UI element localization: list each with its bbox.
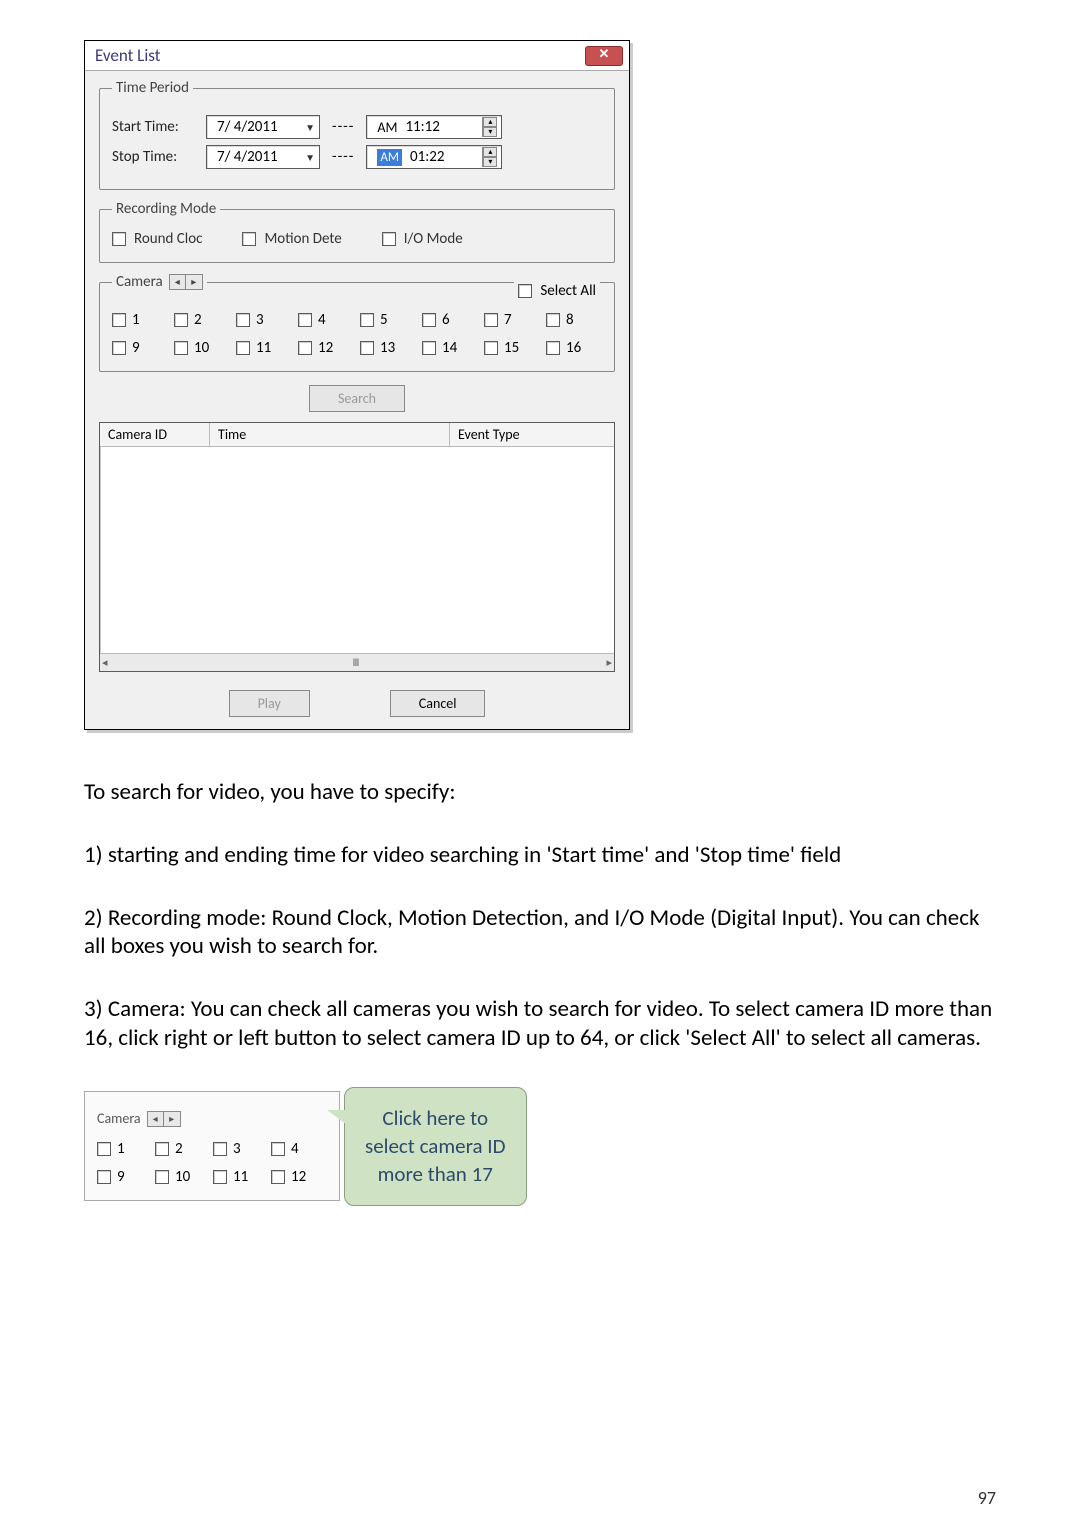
time-period-group: Time Period Start Time: 7/ 4/2011 ▼ ----… <box>99 79 615 190</box>
paragraph-2: 2) Recording mode: Round Clock, Motion D… <box>84 904 996 962</box>
camera-checkbox-3[interactable]: 3 <box>236 311 278 329</box>
start-time-value: 11:12 <box>405 118 439 136</box>
camera-checkbox-16[interactable]: 16 <box>546 339 588 357</box>
camera-checkbox-7[interactable]: 7 <box>484 311 526 329</box>
time-period-legend: Time Period <box>112 79 193 97</box>
scroll-thumb[interactable]: Ⅲ <box>353 656 362 669</box>
mini-camera-legend: Camera <box>97 1110 141 1127</box>
scroll-right-icon[interactable]: ▸ <box>606 656 612 669</box>
page-number: 97 <box>978 1487 996 1509</box>
separator: ---- <box>332 118 354 136</box>
play-button[interactable]: Play <box>229 690 310 717</box>
camera-row-2: 9 10 11 12 13 14 15 16 <box>112 339 602 357</box>
recording-mode-legend: Recording Mode <box>112 200 220 218</box>
cancel-button[interactable]: Cancel <box>390 690 486 717</box>
chevron-down-icon[interactable]: ▼ <box>305 151 315 164</box>
recording-mode-options: Round Cloc Motion Dete I/O Mode <box>112 230 602 248</box>
close-button[interactable]: ✕ <box>585 46 623 66</box>
callout-line3: more than 17 <box>365 1160 506 1188</box>
camera-pager[interactable]: ◂▸ <box>169 274 203 290</box>
listview-header: Camera ID Time Event Type <box>100 423 614 447</box>
scroll-left-icon[interactable]: ◂ <box>102 656 108 669</box>
start-time-spinner[interactable]: ▴▾ <box>482 117 497 137</box>
mini-camera-11[interactable]: 11 <box>213 1168 255 1186</box>
callout-line2: select camera ID <box>365 1132 506 1160</box>
mini-camera-4[interactable]: 4 <box>271 1140 313 1158</box>
camera-checkbox-4[interactable]: 4 <box>298 311 340 329</box>
stop-time-input[interactable]: AM 01:22 ▴▾ <box>366 145 502 169</box>
search-button[interactable]: Search <box>309 385 405 412</box>
paragraph-1: 1) starting and ending time for video se… <box>84 841 996 870</box>
start-date-input[interactable]: 7/ 4/2011 ▼ <box>206 115 320 139</box>
camera-checkbox-10[interactable]: 10 <box>174 339 216 357</box>
camera-checkbox-8[interactable]: 8 <box>546 311 588 329</box>
start-time-row: Start Time: 7/ 4/2011 ▼ ---- AM 11:12 ▴▾ <box>112 115 602 139</box>
callout-bubble: Click here to select camera ID more than… <box>344 1087 527 1206</box>
camera-checkbox-6[interactable]: 6 <box>422 311 464 329</box>
horizontal-scrollbar[interactable]: ◂ Ⅲ ▸ <box>100 653 614 671</box>
col-event-type[interactable]: Event Type <box>450 423 614 446</box>
dialog-body: Time Period Start Time: 7/ 4/2011 ▼ ----… <box>85 71 629 729</box>
camera-checkbox-5[interactable]: 5 <box>360 311 402 329</box>
col-time[interactable]: Time <box>210 423 450 446</box>
start-time-label: Start Time: <box>112 118 194 136</box>
mini-pager[interactable]: ◂▸ <box>147 1111 181 1127</box>
event-list-dialog: Event List ✕ Time Period Start Time: 7/ … <box>84 40 630 730</box>
camera-checkbox-14[interactable]: 14 <box>422 339 464 357</box>
camera-checkbox-12[interactable]: 12 <box>298 339 340 357</box>
mini-camera-12[interactable]: 12 <box>271 1168 313 1186</box>
camera-mini-frame: Camera ◂▸ 1 2 3 4 9 10 11 12 <box>84 1091 340 1201</box>
camera-legend: Camera ◂▸ <box>112 273 207 291</box>
camera-checkbox-9[interactable]: 9 <box>112 339 154 357</box>
start-time-input[interactable]: AM 11:12 ▴▾ <box>366 115 502 139</box>
camera-group: Camera ◂▸ Select All 1 2 3 4 5 6 7 8 9 <box>99 273 615 372</box>
select-all-checkbox[interactable]: Select All <box>514 282 600 300</box>
start-date-value: 7/ 4/2011 <box>217 118 278 136</box>
stop-ampm: AM <box>377 149 402 166</box>
titlebar: Event List ✕ <box>85 41 629 71</box>
dialog-title: Event List <box>95 45 160 66</box>
mini-camera-10[interactable]: 10 <box>155 1168 197 1186</box>
col-camera-id[interactable]: Camera ID <box>100 423 210 446</box>
pager-left-icon[interactable]: ◂ <box>148 1112 164 1126</box>
stop-date-input[interactable]: 7/ 4/2011 ▼ <box>206 145 320 169</box>
camera-checkbox-11[interactable]: 11 <box>236 339 278 357</box>
camera-checkbox-15[interactable]: 15 <box>484 339 526 357</box>
paragraph-intro: To search for video, you have to specify… <box>84 778 996 807</box>
stop-date-value: 7/ 4/2011 <box>217 148 278 166</box>
paragraph-3: 3) Camera: You can check all cameras you… <box>84 995 996 1053</box>
pager-right-icon[interactable]: ▸ <box>164 1112 180 1126</box>
start-ampm: AM <box>377 119 397 136</box>
camera-checkbox-1[interactable]: 1 <box>112 311 154 329</box>
camera-checkbox-2[interactable]: 2 <box>174 311 216 329</box>
stop-time-value: 01:22 <box>410 148 444 166</box>
stop-time-label: Stop Time: <box>112 148 194 166</box>
mini-camera-9[interactable]: 9 <box>97 1168 139 1186</box>
separator: ---- <box>332 148 354 166</box>
camera-checkbox-13[interactable]: 13 <box>360 339 402 357</box>
pager-left-icon[interactable]: ◂ <box>170 275 186 289</box>
stop-time-spinner[interactable]: ▴▾ <box>482 147 497 167</box>
motion-detect-checkbox[interactable]: Motion Dete <box>242 230 341 248</box>
stop-time-row: Stop Time: 7/ 4/2011 ▼ ---- AM 01:22 ▴▾ <box>112 145 602 169</box>
callout-wrap: Camera ◂▸ 1 2 3 4 9 10 11 12 Click here … <box>84 1087 996 1206</box>
chevron-down-icon[interactable]: ▼ <box>305 121 315 134</box>
recording-mode-group: Recording Mode Round Cloc Motion Dete I/… <box>99 200 615 263</box>
camera-row-1: 1 2 3 4 5 6 7 8 <box>112 311 602 329</box>
mini-camera-2[interactable]: 2 <box>155 1140 197 1158</box>
results-listview[interactable]: Camera ID Time Event Type ◂ Ⅲ ▸ <box>99 422 615 672</box>
callout-line1: Click here to <box>365 1104 506 1132</box>
pager-right-icon[interactable]: ▸ <box>186 275 202 289</box>
round-clock-checkbox[interactable]: Round Cloc <box>112 230 202 248</box>
mini-camera-1[interactable]: 1 <box>97 1140 139 1158</box>
io-mode-checkbox[interactable]: I/O Mode <box>382 230 463 248</box>
mini-camera-3[interactable]: 3 <box>213 1140 255 1158</box>
